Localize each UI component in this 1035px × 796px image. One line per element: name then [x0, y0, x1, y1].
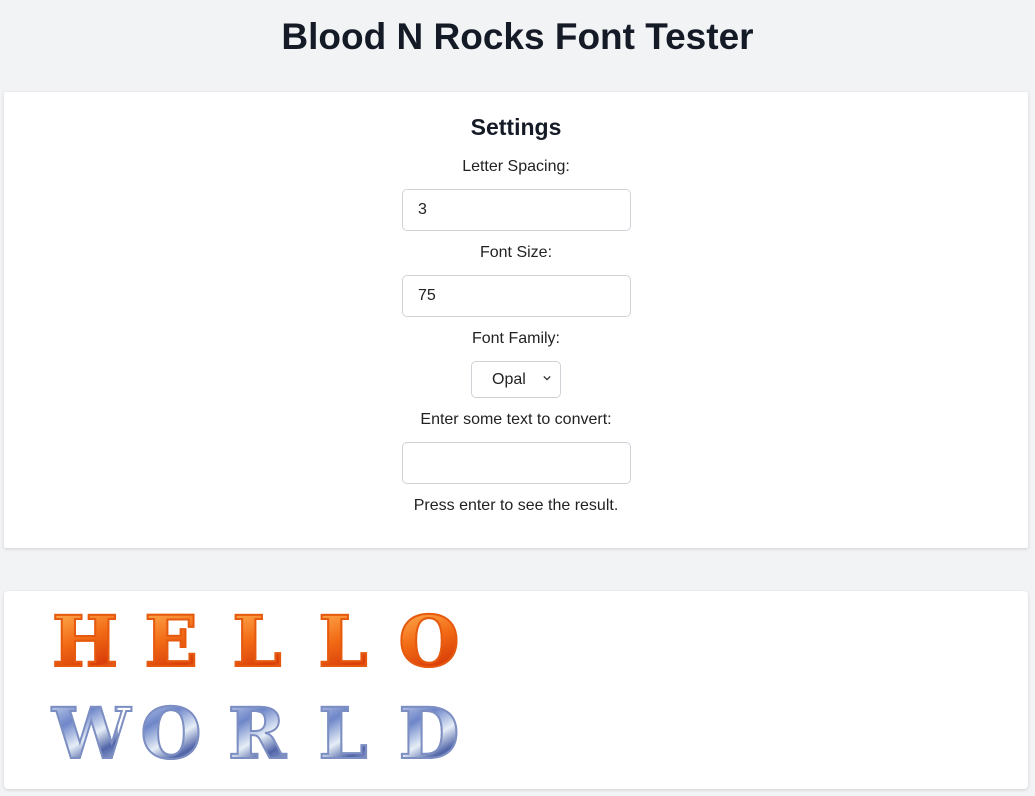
letter-glyph: L — [224, 606, 290, 678]
letter-glyph: E — [138, 606, 204, 678]
result-row-2: W O R L D — [51, 692, 482, 775]
letter-spacing-input[interactable] — [402, 189, 631, 231]
letter-glyph: W — [51, 692, 132, 775]
letter-spacing-label: Letter Spacing: — [462, 158, 570, 175]
text-input-label: Enter some text to convert: — [420, 411, 612, 428]
settings-panel: Settings Letter Spacing: Font Size: Font… — [4, 92, 1028, 548]
letter-glyph: L — [310, 698, 376, 770]
font-family-label: Font Family: — [471, 330, 560, 347]
font-size-label: Font Size: — [479, 244, 553, 261]
text-input-field[interactable] — [402, 442, 631, 484]
letter-glyph: O — [138, 698, 204, 770]
hint-text: Press enter to see the result. — [413, 497, 619, 514]
result-panel: H E L L O W O R L D — [4, 591, 1028, 789]
page-title: Blood N Rocks Font Tester — [281, 16, 754, 57]
letter-glyph: O — [396, 606, 462, 678]
letter-glyph: R — [224, 698, 290, 770]
font-family-selected: Opal — [492, 371, 526, 388]
font-family-select[interactable]: Opal — [471, 361, 561, 398]
letter-glyph: L — [310, 606, 376, 678]
settings-heading: Settings — [470, 114, 562, 140]
letter-glyph: H — [51, 600, 119, 683]
result-row-1: H E L L O — [51, 600, 482, 683]
font-size-input[interactable] — [402, 275, 631, 317]
chevron-down-icon — [543, 375, 551, 381]
letter-glyph: D — [396, 698, 462, 770]
